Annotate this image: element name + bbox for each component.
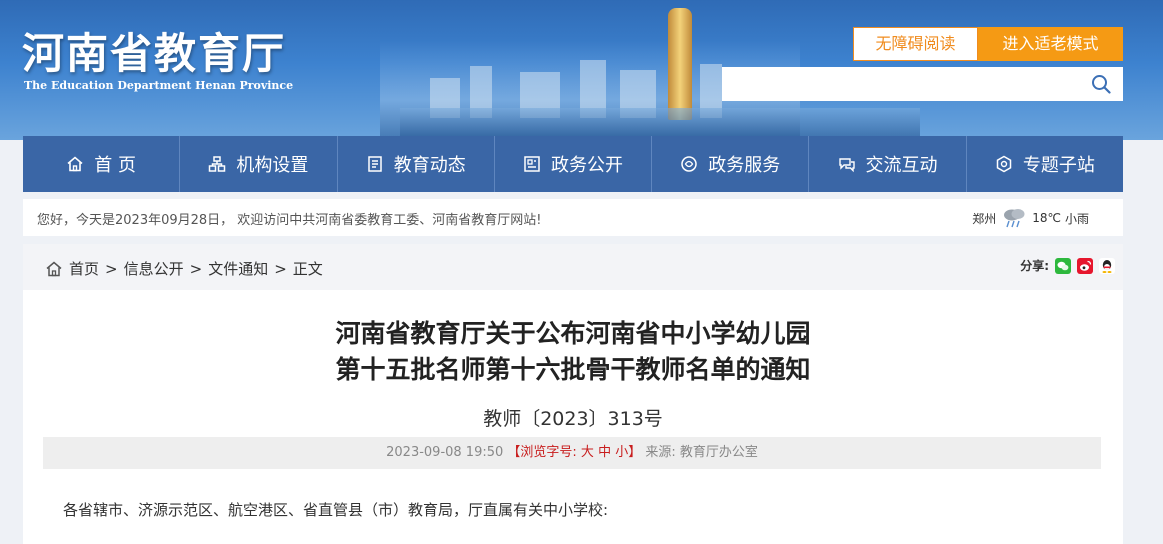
- weather-city: 郑州: [972, 211, 997, 226]
- site-title: 河南省教育厅: [22, 29, 287, 78]
- doc-icon: [524, 156, 540, 172]
- breadcrumb-bar: 首页 > 信息公开 > 文件通知 > 正文 分享:: [23, 244, 1123, 290]
- weather-temperature: 18℃: [1032, 211, 1061, 225]
- breadcrumb-link-home[interactable]: 首页: [69, 258, 99, 279]
- nav-item-label: 首 页: [94, 155, 136, 176]
- breadcrumb-current: 正文: [292, 260, 323, 278]
- breadcrumb-separator: >: [189, 259, 203, 278]
- accessibility-reading-button[interactable]: 无障碍阅读: [853, 27, 978, 61]
- article-source: 来源: 教育厅办公室: [645, 445, 758, 460]
- article-body-paragraph: 各省辖市、济源示范区、航空港区、省直管县（市）教育局，厅直属有关中小学校:: [63, 501, 609, 519]
- nav-item-home[interactable]: 首 页: [23, 136, 181, 192]
- nav-item-government-services[interactable]: 政务服务: [652, 136, 810, 192]
- nav-item-label: 教育动态: [393, 155, 466, 176]
- nav-item-label: 专题子站: [1022, 155, 1095, 176]
- weibo-icon[interactable]: [1077, 257, 1093, 274]
- news-icon: [367, 156, 382, 172]
- document-number: 教师〔2023〕313号: [483, 408, 663, 430]
- home-icon: [67, 156, 83, 172]
- nav-item-education-news[interactable]: 教育动态: [338, 136, 495, 192]
- weather-widget: 郑州 18℃ 小雨: [972, 205, 1089, 231]
- nav-item-label: 交流互动: [865, 155, 938, 176]
- breadcrumb-separator: >: [105, 259, 118, 278]
- landmark-tower: [668, 8, 692, 120]
- nav-item-label: 政务公开: [550, 155, 623, 176]
- nav-item-label: 政务服务: [708, 155, 781, 176]
- breadcrumb-separator: >: [274, 259, 287, 278]
- font-size-selector[interactable]: 【浏览字号: 大 中 小】: [507, 445, 641, 460]
- search-box: [722, 67, 1123, 101]
- nav-item-government-affairs[interactable]: 政务公开: [495, 136, 653, 192]
- header-banner: 河南省教育厅 The Education Department Henan Pr…: [0, 0, 1163, 140]
- article-meta-bar: 2023-09-08 19:50 【浏览字号: 大 中 小】 来源: 教育厅办公…: [43, 437, 1101, 469]
- nav-item-organization[interactable]: 机构设置: [180, 136, 338, 192]
- home-icon: [46, 261, 62, 276]
- welcome-text: 您好，今天是2023年09月28日， 欢迎访问中共河南省委教育工委、河南省教育厅…: [37, 213, 542, 228]
- nav-item-interaction[interactable]: 交流互动: [809, 136, 967, 192]
- breadcrumb-link-info[interactable]: 信息公开: [124, 258, 184, 279]
- org-icon: [209, 156, 226, 172]
- nav-item-topics[interactable]: 专题子站: [967, 136, 1123, 192]
- site-subtitle: The Education Department Henan Province: [24, 79, 294, 92]
- chat-icon: [838, 158, 855, 173]
- elder-mode-button[interactable]: 进入适老模式: [978, 27, 1123, 61]
- service-icon: [681, 156, 698, 172]
- search-input[interactable]: [722, 67, 1082, 101]
- qq-icon[interactable]: [1099, 257, 1115, 274]
- nav-item-label: 机构设置: [236, 155, 309, 176]
- search-icon[interactable]: [1091, 74, 1111, 94]
- rain-cloud-icon: [1004, 209, 1025, 228]
- wechat-icon[interactable]: [1055, 257, 1071, 274]
- main-nav: 首 页 机构设置 教育动态 政务公开 政务服务 交流互动 专题子站: [23, 136, 1123, 192]
- breadcrumb: 首页 > 信息公开 > 文件通知 > 正文: [45, 258, 323, 279]
- article-title-line: 第十五批名师第十六批骨干教师名单的通知: [335, 355, 811, 384]
- content-panel: 首页 > 信息公开 > 文件通知 > 正文 分享: 河南省教育厅关于公布河南省中…: [23, 244, 1123, 544]
- welcome-bar: 您好，今天是2023年09月28日， 欢迎访问中共河南省委教育工委、河南省教育厅…: [23, 199, 1123, 236]
- article-title-line: 河南省教育厅关于公布河南省中小学幼儿园: [335, 319, 811, 348]
- share-bar: 分享:: [1020, 257, 1115, 274]
- breadcrumb-link-notices[interactable]: 文件通知: [208, 258, 268, 279]
- article-title: 河南省教育厅关于公布河南省中小学幼儿园 第十五批名师第十六批骨干教师名单的通知: [23, 316, 1123, 388]
- share-label: 分享:: [1020, 259, 1049, 273]
- topic-icon: [996, 155, 1012, 173]
- publish-date: 2023-09-08 19:50: [386, 445, 504, 460]
- weather-condition: 小雨: [1064, 211, 1089, 226]
